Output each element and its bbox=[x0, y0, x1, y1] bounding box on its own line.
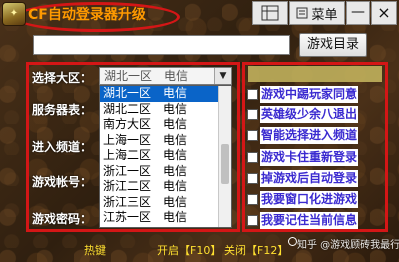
option-checkbox[interactable] bbox=[247, 130, 258, 141]
option-checkbox[interactable] bbox=[247, 89, 258, 100]
watermark: 知乎 @游戏顾砖我最行 bbox=[297, 240, 399, 251]
account-label: 游戏帐号： bbox=[32, 175, 93, 189]
password-label: 游戏密码： bbox=[32, 212, 93, 226]
dropdown-item[interactable]: 浙江二区 电信 bbox=[100, 179, 231, 195]
menu-label: 菜单 bbox=[311, 7, 338, 23]
server-label: 服务器表： bbox=[32, 103, 93, 117]
region-dropdown-list[interactable]: 湖北一区 电信 湖北二区 电信 南方大区 电信 上海一区 电信 上海二区 电信 … bbox=[99, 85, 232, 228]
option-label[interactable]: 英雄级少余八退出 bbox=[260, 106, 359, 123]
app-logo-icon: ✦ bbox=[2, 2, 26, 26]
game-directory-button[interactable]: 游戏目录 bbox=[299, 33, 367, 57]
option-checkbox[interactable] bbox=[247, 194, 258, 205]
dropdown-item[interactable]: 上海一区 电信 bbox=[100, 133, 231, 149]
region-select-value: 湖北一区 电信 bbox=[104, 69, 189, 83]
option-checkbox[interactable] bbox=[247, 109, 258, 120]
options-header-bar bbox=[248, 66, 382, 82]
minimize-button[interactable]: — bbox=[346, 1, 370, 25]
scrollbar-thumb[interactable] bbox=[221, 144, 229, 184]
option-checkbox[interactable] bbox=[247, 173, 258, 184]
dropdown-item[interactable]: 湖北二区 电信 bbox=[100, 102, 231, 118]
app-title: CF自动登录器升级 bbox=[28, 7, 146, 23]
dropdown-item[interactable]: 上海二区 电信 bbox=[100, 148, 231, 164]
dropdown-scrollbar[interactable] bbox=[218, 86, 231, 227]
region-label: 选择大区： bbox=[32, 71, 93, 85]
grid-icon bbox=[261, 5, 279, 21]
start-hotkey-label: 开启【F10】 bbox=[157, 244, 222, 257]
option-label[interactable]: 我要窗口化进游戏 bbox=[260, 191, 359, 208]
zhihu-icon bbox=[288, 237, 297, 246]
option-label[interactable]: 我要记住当前信息 bbox=[260, 212, 359, 229]
close-button[interactable]: × bbox=[371, 1, 397, 25]
hotkey-label: 热键 bbox=[84, 244, 106, 257]
menu-icon bbox=[296, 7, 308, 19]
chevron-down-icon[interactable]: ▼ bbox=[214, 68, 231, 84]
dropdown-item[interactable]: 南方大区 电信 bbox=[100, 117, 231, 133]
option-label[interactable]: 游戏卡住重新登录 bbox=[260, 149, 359, 166]
dropdown-item[interactable]: 浙江三区 电信 bbox=[100, 195, 231, 211]
option-checkbox[interactable] bbox=[247, 152, 258, 163]
window-style-button[interactable] bbox=[252, 1, 288, 25]
option-label[interactable]: 掉游戏后自动登录 bbox=[260, 170, 359, 187]
game-directory-input[interactable] bbox=[33, 35, 290, 55]
channel-label: 进入频道： bbox=[32, 140, 93, 154]
menu-button[interactable]: 菜单 bbox=[289, 1, 345, 25]
region-select[interactable]: 湖北一区 电信 ▼ bbox=[99, 67, 232, 85]
option-label[interactable]: 游戏中踢玩家同意 bbox=[260, 86, 359, 103]
option-checkbox[interactable] bbox=[247, 215, 258, 226]
dropdown-item[interactable]: 湖北一区 电信 bbox=[100, 86, 231, 102]
dropdown-item[interactable]: 浙江一区 电信 bbox=[100, 164, 231, 180]
option-label[interactable]: 智能选择进入频道 bbox=[260, 127, 359, 144]
close-hotkey-label: 关闭【F12】 bbox=[224, 244, 289, 257]
dropdown-item[interactable]: 江苏一区 电信 bbox=[100, 210, 231, 226]
